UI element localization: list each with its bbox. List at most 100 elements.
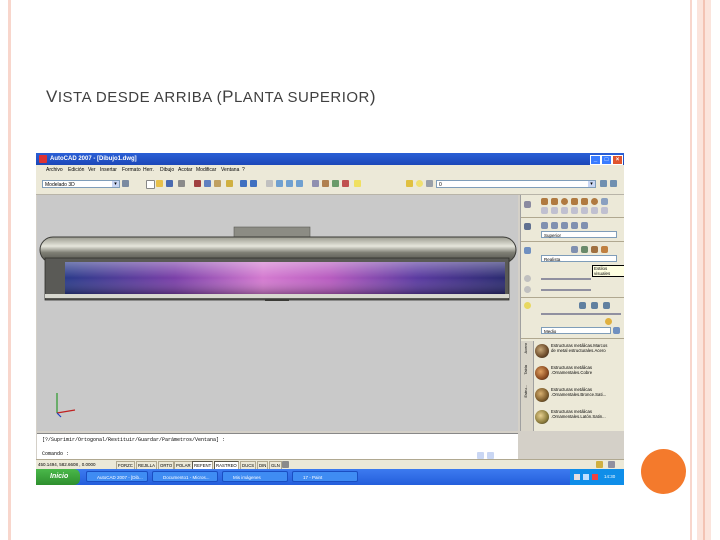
task-my-pictures[interactable]: Mis imágenes [222, 471, 288, 482]
visual-style-combo[interactable]: Realista [541, 255, 617, 262]
task-autocad[interactable]: AutoCAD 2007 - [Dib... [86, 471, 148, 482]
drawing-viewport[interactable] [37, 195, 518, 431]
union-icon[interactable] [541, 207, 548, 214]
visual-styles-icon[interactable] [524, 247, 531, 254]
menu-edicion[interactable]: Edición [68, 167, 84, 173]
close-button[interactable]: × [612, 155, 623, 165]
undo-icon[interactable] [240, 180, 247, 187]
antivirus-icon[interactable] [592, 474, 598, 480]
lock-icon[interactable] [596, 461, 603, 468]
sweep-icon[interactable] [591, 207, 598, 214]
layer-combo[interactable]: 0 ▾ [436, 180, 596, 188]
print-icon[interactable] [178, 180, 185, 187]
opacity-icon[interactable] [524, 286, 531, 293]
cone-icon[interactable] [581, 198, 588, 205]
distant-light-icon[interactable] [603, 302, 610, 309]
wedge-icon[interactable] [571, 198, 578, 205]
menu-insertar[interactable]: Insertar [100, 167, 117, 173]
zoom-realtime-icon[interactable] [276, 180, 283, 187]
menu-herr[interactable]: Herr. [143, 167, 154, 173]
subtract-icon[interactable] [551, 207, 558, 214]
palette-tab-acero[interactable]: Acero [523, 343, 531, 353]
view-manager-icon[interactable] [581, 222, 588, 229]
menu-help[interactable]: ? [242, 167, 245, 173]
layer-state-icon[interactable] [406, 180, 413, 187]
intersect-icon[interactable] [561, 207, 568, 214]
slider-icon[interactable] [524, 275, 531, 282]
maximize-button[interactable]: □ [601, 155, 612, 165]
scroll-right-icon[interactable] [487, 452, 494, 459]
command-prompt[interactable]: Comando : [42, 451, 69, 457]
spot-light-icon[interactable] [591, 302, 598, 309]
paste-icon[interactable] [214, 180, 221, 187]
redo-icon[interactable] [250, 180, 257, 187]
clean-screen-icon[interactable] [608, 461, 615, 468]
menu-dibujo[interactable]: Dibujo [160, 167, 174, 173]
properties-icon[interactable] [312, 180, 319, 187]
task-word[interactable]: Documento1 - Micros... [152, 471, 218, 482]
cut-icon[interactable] [194, 180, 201, 187]
camera-icon[interactable] [551, 222, 558, 229]
walk-icon[interactable] [561, 222, 568, 229]
3d-navigate-icon[interactable] [524, 223, 531, 230]
fly-icon[interactable] [571, 222, 578, 229]
make-object-layer-current-icon[interactable] [600, 180, 607, 187]
view-combo[interactable]: Superior [541, 231, 617, 238]
layer-previous-icon[interactable] [610, 180, 617, 187]
model-layout-icon[interactable] [282, 461, 289, 468]
point-light-icon[interactable] [579, 302, 586, 309]
material-item[interactable]: Estructuras metálicas .Ornamentales.Latón… [535, 407, 623, 429]
scroll-left-icon[interactable] [477, 452, 484, 459]
menu-formato[interactable]: Formato [122, 167, 141, 173]
palette-tab-tabla[interactable]: Tabla [523, 365, 531, 375]
sheet-set-icon[interactable] [342, 180, 349, 187]
tool-palettes-icon[interactable] [332, 180, 339, 187]
conceptual-icon[interactable] [601, 246, 608, 253]
command-window[interactable]: [?/Suprimir/Ortogonal/Restituir/Guardar/… [37, 433, 518, 460]
3d-make-icon[interactable] [524, 201, 531, 208]
render-icon[interactable] [613, 327, 620, 334]
material-item[interactable]: Estructuras metálicas.Marcos de metal est… [535, 341, 623, 363]
menu-ver[interactable]: Ver [88, 167, 96, 173]
brightness-slider[interactable] [541, 313, 621, 315]
layer-on-icon[interactable] [416, 180, 423, 187]
orbit-icon[interactable] [541, 222, 548, 229]
task-paint[interactable]: 17 - Paint [292, 471, 358, 482]
start-button[interactable]: Inicio [36, 469, 80, 485]
cylinder-icon[interactable] [551, 198, 558, 205]
material-item[interactable]: Estructuras metálicas .Ornamentales.Bronc… [535, 385, 623, 407]
opacity-slider[interactable] [541, 289, 591, 291]
minimize-button[interactable]: _ [590, 155, 601, 165]
sphere-icon[interactable] [561, 198, 568, 205]
design-center-icon[interactable] [322, 180, 329, 187]
help-icon[interactable] [354, 180, 361, 187]
open-folder-icon[interactable] [156, 180, 163, 187]
render-quality-combo[interactable]: Medio [541, 327, 611, 334]
lights-icon[interactable] [524, 302, 531, 309]
layer-freeze-icon[interactable] [426, 180, 433, 187]
edge-slider[interactable] [541, 278, 591, 280]
menu-archivo[interactable]: Archivo [46, 167, 63, 173]
match-properties-icon[interactable] [226, 180, 233, 187]
3d-hidden-icon[interactable] [581, 246, 588, 253]
menu-modificar[interactable]: Modificar [196, 167, 216, 173]
pan-icon[interactable] [266, 180, 273, 187]
loft-icon[interactable] [601, 207, 608, 214]
copy-icon[interactable] [204, 180, 211, 187]
volume-icon[interactable] [583, 474, 589, 480]
material-item[interactable]: Estructuras metálicas .Ornamentales.Cobre [535, 363, 623, 385]
workspace-combo[interactable]: Modelado 3D ▾ [42, 180, 120, 188]
zoom-previous-icon[interactable] [296, 180, 303, 187]
realistic-icon[interactable] [591, 246, 598, 253]
torus-icon[interactable] [591, 198, 598, 205]
2d-wireframe-icon[interactable] [571, 246, 578, 253]
sun-icon[interactable] [605, 318, 612, 325]
gear-icon[interactable] [122, 180, 129, 187]
box-icon[interactable] [541, 198, 548, 205]
new-file-icon[interactable] [146, 180, 155, 189]
extrude-icon[interactable] [601, 198, 608, 205]
network-icon[interactable] [574, 474, 580, 480]
palette-tab-estru[interactable]: Estru... [523, 385, 531, 398]
menu-acotar[interactable]: Acotar [178, 167, 192, 173]
zoom-window-icon[interactable] [286, 180, 293, 187]
